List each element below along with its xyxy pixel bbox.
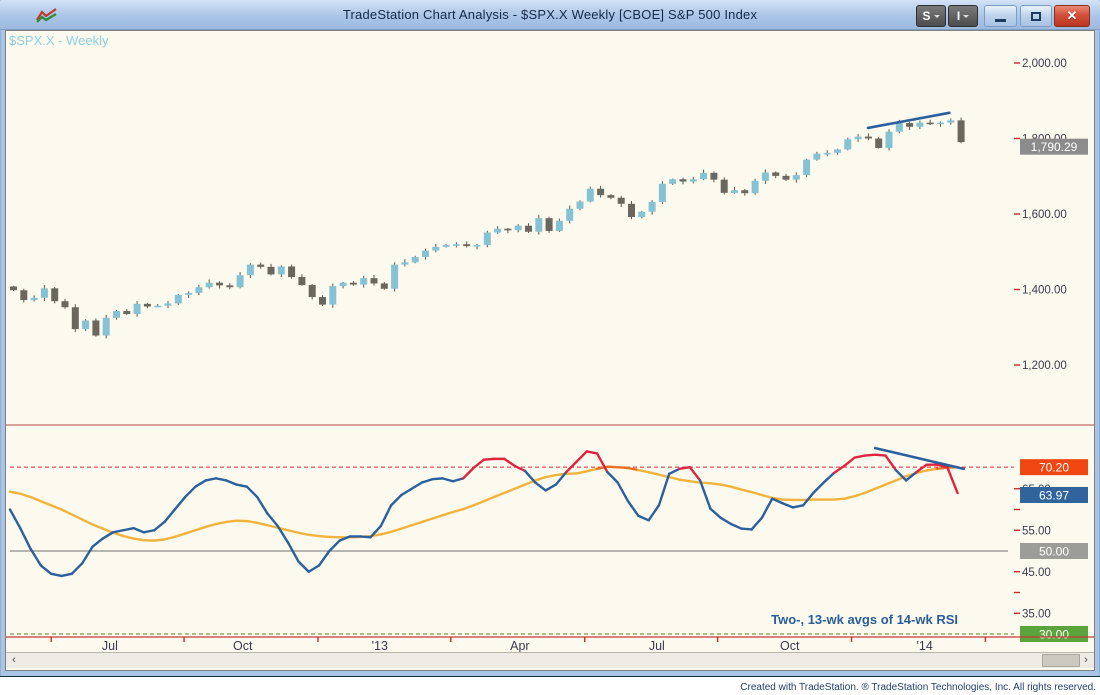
svg-text:45.00: 45.00 [1022, 567, 1051, 579]
indicator-button[interactable]: I [948, 5, 978, 27]
close-button[interactable]: ✕ [1054, 5, 1090, 27]
svg-text:1,200.00: 1,200.00 [1022, 360, 1067, 372]
svg-text:'14: '14 [916, 639, 932, 652]
minimize-button[interactable] [984, 5, 1017, 27]
scroll-left-button[interactable]: ‹ [6, 653, 22, 668]
copyright-bar: Created with TradeStation. ® TradeStatio… [0, 677, 1100, 691]
style-button[interactable]: S [916, 5, 946, 27]
indicator-button-label: I [957, 9, 960, 23]
rsi-annotation: Two-, 13-wk avgs of 14-wk RSI [6, 612, 958, 627]
dropdown-arrow-icon [963, 15, 969, 18]
minimize-icon [995, 19, 1006, 22]
svg-text:Jul: Jul [649, 639, 665, 652]
svg-text:Apr: Apr [510, 639, 529, 652]
horizontal-scrollbar[interactable]: ‹ › [6, 652, 1094, 668]
time-axis: Jul Oct '13 Apr Jul Oct '14 [6, 637, 1094, 652]
svg-text:2,000.00: 2,000.00 [1022, 58, 1067, 70]
svg-text:30.00: 30.00 [1039, 628, 1069, 642]
svg-text:35.00: 35.00 [1022, 608, 1051, 620]
svg-text:1,400.00: 1,400.00 [1022, 285, 1067, 297]
title-bar[interactable]: TradeStation Chart Analysis - $SPX.X Wee… [0, 0, 1100, 30]
price-axis: 2,000.001,800.001,600.001,400.001,200.00… [1014, 58, 1088, 372]
svg-text:Oct: Oct [780, 639, 800, 652]
maximize-icon [1031, 12, 1041, 21]
style-button-label: S [922, 9, 930, 23]
copyright-text: Created with TradeStation. ® TradeStatio… [740, 682, 1100, 693]
candles-layer [10, 118, 965, 339]
maximize-button[interactable] [1020, 5, 1052, 27]
svg-text:55.00: 55.00 [1022, 525, 1051, 537]
trendlines [868, 113, 964, 469]
rsi-2wk-avg-line [10, 451, 958, 576]
symbol-label: $SPX.X - Weekly [9, 33, 108, 48]
scroll-right-button[interactable]: › [1078, 653, 1094, 668]
svg-text:'13: '13 [372, 639, 388, 652]
svg-text:1,600.00: 1,600.00 [1022, 209, 1067, 221]
close-icon: ✕ [1067, 8, 1078, 24]
svg-text:63.97: 63.97 [1039, 489, 1069, 503]
scrollbar-thumb[interactable] [1042, 654, 1080, 667]
rsi-axis: 65.0055.0045.0035.0070.2063.9750.0030.00 [1014, 459, 1088, 642]
svg-text:Oct: Oct [233, 639, 253, 652]
dropdown-arrow-icon [934, 15, 940, 18]
svg-text:50.00: 50.00 [1039, 545, 1069, 559]
svg-text:Jul: Jul [102, 639, 118, 652]
tradestation-window: TradeStation Chart Analysis - $SPX.X Wee… [0, 0, 1100, 677]
chart-canvas[interactable]: 2,000.001,800.001,600.001,400.001,200.00… [6, 31, 1094, 652]
chart-client-area: $SPX.X - Weekly 2,000.001,800.001,600.00… [5, 30, 1095, 671]
svg-text:1,790.29: 1,790.29 [1031, 140, 1078, 154]
page: TradeStation Chart Analysis - $SPX.X Wee… [0, 0, 1100, 691]
svg-text:70.20: 70.20 [1039, 461, 1069, 475]
